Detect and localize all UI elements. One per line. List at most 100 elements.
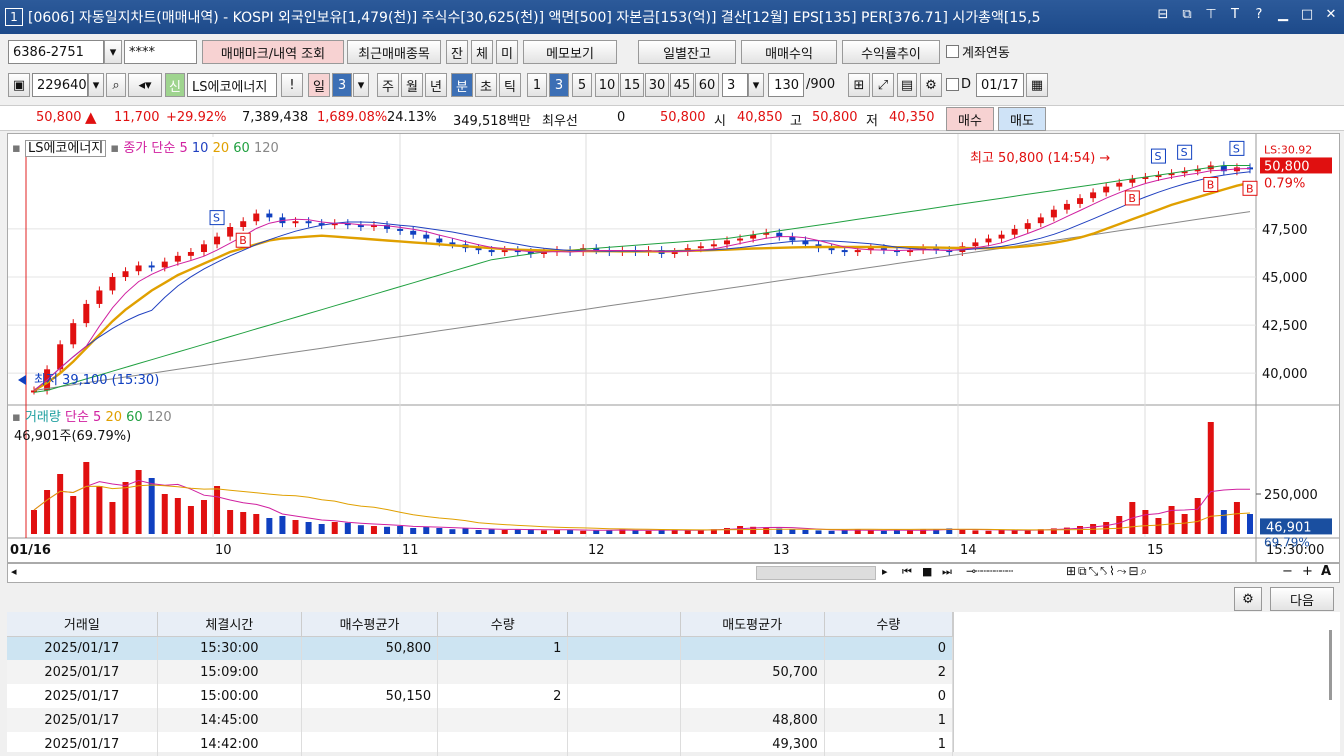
minimize-icon[interactable]: ▁ — [1274, 7, 1292, 22]
account-input[interactable]: 6386-2751 — [8, 40, 104, 64]
min-30-button[interactable]: 30 — [645, 73, 669, 97]
period-dropdown-icon[interactable]: ▾ — [353, 73, 369, 97]
price-chart[interactable]: 01/16 10 11 12 13 14 15 15:30:00 47,500 45,000 42,… — [7, 133, 1340, 563]
pin-icon[interactable]: ⊤ — [1202, 7, 1220, 22]
table-row[interactable]: 2025/01/17 15:30:00 50,800 1 0 — [7, 636, 954, 660]
date-input[interactable]: 01/17 — [976, 73, 1024, 97]
table-row[interactable]: 2025/01/17 14:45:00 48,800 1 — [7, 708, 954, 732]
scroll-left-icon[interactable]: ◂ — [11, 565, 17, 578]
candle-icon[interactable]: ⊞ — [848, 73, 870, 97]
min-1-button[interactable]: 1 — [527, 73, 547, 97]
account-dropdown-icon[interactable]: ▾ — [104, 40, 122, 64]
sell-button[interactable]: 매도 — [998, 107, 1046, 131]
candle-body — [697, 246, 704, 249]
min-15-button[interactable]: 15 — [620, 73, 644, 97]
period-year-button[interactable]: 년 — [425, 73, 447, 97]
restore-icon[interactable]: ⊟ — [1154, 7, 1172, 22]
zoom-in-icon[interactable]: + — [1302, 564, 1313, 579]
stock-code-input[interactable]: 229640 — [32, 73, 88, 97]
code-dropdown-icon[interactable]: ▾ — [88, 73, 104, 97]
volume-bar — [580, 530, 587, 534]
copy-icon[interactable]: ⧉ — [1178, 7, 1196, 22]
return-trend-button[interactable]: 수익률추이 — [842, 40, 940, 64]
recent-trades-button[interactable]: 최근매매종목 — [347, 40, 441, 64]
zoom-slider[interactable]: ⊸┄┄┄┄┄┄ — [966, 564, 1013, 578]
table-cell: 0 — [824, 684, 954, 708]
period-minute-button[interactable]: 분 — [451, 73, 473, 97]
draw-icon[interactable]: ⤢ — [872, 73, 894, 97]
trade-profit-button[interactable]: 매매수익 — [741, 40, 837, 64]
password-input[interactable]: **** — [124, 40, 197, 64]
period-tick-button[interactable]: 틱 — [499, 73, 521, 97]
help-icon[interactable]: ? — [1250, 7, 1268, 22]
account-link-checkbox[interactable]: 계좌연동 — [946, 42, 1010, 61]
forward-icon[interactable]: ⏭ — [942, 565, 952, 579]
table-cell: 1 — [437, 636, 569, 660]
calendar-icon[interactable]: ▦ — [1026, 73, 1048, 97]
jan-button[interactable]: 잔 — [446, 40, 468, 64]
period-month-button[interactable]: 월 — [401, 73, 423, 97]
daily-balance-button[interactable]: 일별잔고 — [638, 40, 736, 64]
che-button[interactable]: 체 — [471, 40, 493, 64]
column-header[interactable] — [567, 612, 681, 637]
column-header[interactable]: 체결시간 — [157, 612, 302, 637]
column-header[interactable]: 매수평균가 — [301, 612, 439, 637]
table-cell — [301, 708, 439, 732]
column-header[interactable]: 거래일 — [7, 612, 158, 637]
period-day-button[interactable]: 일 — [308, 73, 330, 97]
grid-settings-icon[interactable]: ⚙ — [1234, 587, 1262, 611]
maximize-icon[interactable]: □ — [1298, 7, 1316, 22]
trade-mark-button[interactable]: 매매마크/내역 조회 — [202, 40, 344, 64]
volume-value: 7,389,438 — [242, 110, 309, 125]
column-header[interactable]: 수량 — [437, 612, 569, 637]
rewind-icon[interactable]: ⏮ — [902, 565, 912, 579]
period-count-field[interactable]: 3 — [332, 73, 352, 97]
count-dropdown-icon[interactable]: ▾ — [748, 73, 764, 97]
period-week-button[interactable]: 주 — [377, 73, 399, 97]
chart-canvas: 01/16 10 11 12 13 14 15 15:30:0047,50045,00042,… — [8, 134, 1339, 562]
mi-button[interactable]: 미 — [496, 40, 518, 64]
min-10-button[interactable]: 10 — [595, 73, 619, 97]
candle-body — [135, 265, 142, 272]
buy-button[interactable]: 매수 — [946, 107, 994, 131]
chart-scrollbar[interactable]: ◂ ▸ ⏮ ■ ⏭ ⊸┄┄┄┄┄┄ ⊞⧉⤡⤣⌇⤳⊟⌕ − + A — [7, 563, 1340, 583]
period-second-button[interactable]: 초 — [475, 73, 497, 97]
max-price-label: 최고 50,800 (14:54) → — [970, 151, 1110, 166]
table-row[interactable]: 2025/01/17 14:42:00 49,300 1 — [7, 732, 954, 756]
table-row[interactable]: 2025/01/17 15:00:00 50,150 2 0 — [7, 684, 954, 708]
table-row[interactable]: 2025/01/17 15:09:00 50,700 2 — [7, 660, 954, 684]
candle-body — [109, 277, 116, 291]
range-input[interactable]: 130 — [768, 73, 804, 97]
x-tick-label: 13 — [773, 543, 790, 558]
column-header[interactable]: 수량 — [824, 612, 954, 637]
drawing-tools-icon[interactable]: ⊞⧉⤡⤣⌇⤳⊟⌕ — [1066, 564, 1149, 579]
save-icon[interactable]: ▤ — [897, 73, 917, 97]
zoom-out-icon[interactable]: − — [1282, 564, 1293, 579]
price-change: 11,700 — [114, 110, 160, 125]
date-checkbox[interactable]: D — [946, 77, 971, 92]
count-input[interactable]: 3 — [722, 73, 748, 97]
min-45-button[interactable]: 45 — [670, 73, 694, 97]
text-tool-icon[interactable]: A — [1321, 564, 1331, 579]
grid-scrollbar[interactable] — [1329, 630, 1332, 700]
memo-button[interactable]: 메모보기 — [523, 40, 617, 64]
font-icon[interactable]: T — [1226, 7, 1244, 22]
min-60-button[interactable]: 60 — [695, 73, 719, 97]
search-icon[interactable]: ⌕ — [106, 73, 126, 97]
play-icon[interactable]: ▸ — [882, 565, 888, 578]
alert-button[interactable]: ! — [281, 73, 303, 97]
layout-icon[interactable]: ▣ — [8, 73, 30, 97]
candle-body — [214, 236, 221, 245]
close-icon[interactable]: ✕ — [1322, 7, 1340, 22]
column-header[interactable]: 매도평균가 — [680, 612, 825, 637]
sound-icon[interactable]: ◂▾ — [128, 73, 162, 97]
min-5-button[interactable]: 5 — [572, 73, 592, 97]
stock-name-field: LS에코에너지 — [187, 73, 277, 97]
min-arrow-icon — [18, 375, 26, 385]
volume-bar — [70, 496, 77, 534]
next-button[interactable]: 다음 — [1270, 587, 1334, 611]
stop-icon[interactable]: ■ — [922, 565, 932, 578]
min-3-button[interactable]: 3 — [549, 73, 569, 97]
scroll-thumb[interactable] — [756, 566, 876, 580]
gear-icon[interactable]: ⚙ — [920, 73, 942, 97]
